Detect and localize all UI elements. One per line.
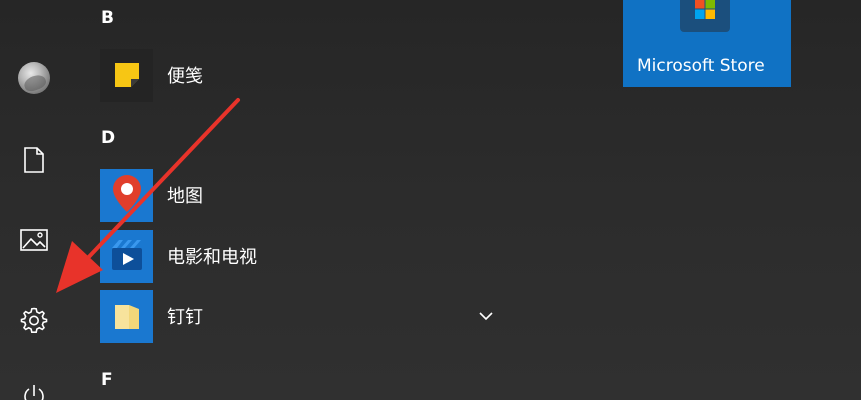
start-menu: B 便笺 D 地图 电影和电视 钉钉 F Microsoft Store bbox=[0, 0, 861, 400]
annotation-arrow bbox=[56, 98, 240, 293]
